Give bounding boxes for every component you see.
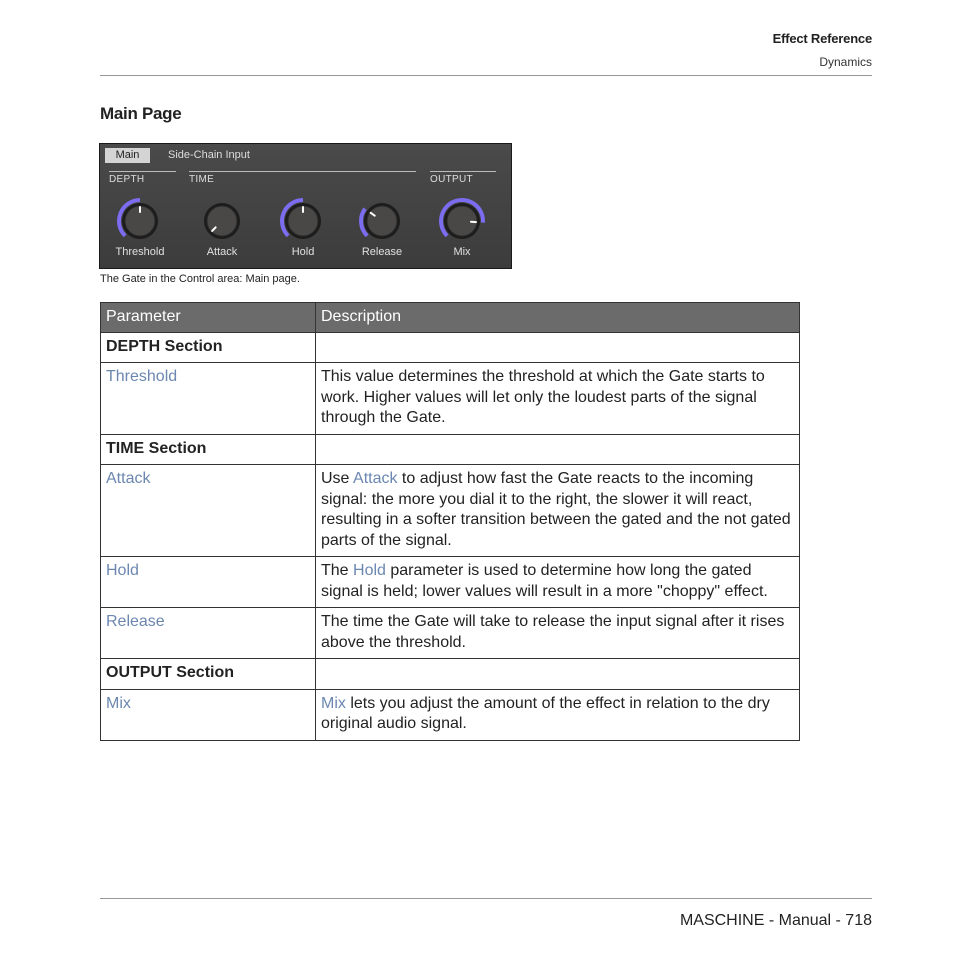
tab-main[interactable]: Main — [105, 148, 150, 163]
time-section-label: TIME — [189, 174, 215, 185]
header-description: Description — [315, 302, 800, 333]
section-row: TIME Section — [100, 433, 800, 465]
header-divider — [100, 75, 872, 76]
parameter-link[interactable]: Hold — [353, 562, 386, 579]
header-parameter: Parameter — [100, 302, 316, 333]
parameter-link[interactable]: Attack — [106, 470, 150, 487]
parameter-link[interactable]: Mix — [106, 695, 131, 712]
section-label: DEPTH Section — [106, 337, 223, 355]
description-text: The — [321, 562, 354, 579]
section-name: DEPTH Section — [100, 331, 316, 363]
section-name: OUTPUT Section — [100, 658, 316, 690]
description-text: The time the Gate will take to release t… — [321, 613, 785, 651]
page-title: Main Page — [100, 104, 182, 123]
table-header-row: Parameter Description — [100, 302, 800, 333]
tab-side-chain-input[interactable]: Side-Chain Input — [168, 148, 250, 163]
description-cell — [315, 433, 800, 465]
knob-release[interactable] — [357, 196, 407, 246]
section-name: TIME Section — [100, 433, 316, 465]
table-row: Mix Mix lets you adjust the amount of the… — [100, 688, 800, 741]
knob-attack[interactable] — [197, 196, 247, 246]
figure-caption: The Gate in the Control area: Main page. — [100, 273, 300, 285]
knob-label: Hold — [291, 246, 315, 258]
section-label: OUTPUT Section — [106, 664, 235, 681]
description-text: lets you adjust the amount of the effect… — [321, 694, 770, 733]
parameter-link[interactable]: Mix — [321, 695, 346, 712]
parameter-table: Parameter Description DEPTH Section Thres… — [100, 302, 800, 741]
table-row: Threshold This value determines the thres… — [100, 362, 800, 435]
output-section-line — [430, 171, 496, 172]
table-row: Hold The Hold parameter is used to determ… — [100, 556, 800, 608]
description-cell — [315, 331, 800, 363]
parameter-name[interactable]: Hold — [100, 556, 316, 608]
description-text: Use — [321, 470, 354, 487]
parameter-link[interactable]: Hold — [106, 562, 139, 579]
knob-hold[interactable] — [278, 196, 328, 246]
parameter-name[interactable]: Attack — [100, 464, 316, 557]
knob-mix[interactable] — [437, 196, 487, 246]
description-cell — [315, 658, 800, 690]
knob-label: Release — [361, 246, 403, 258]
knob-label: Attack — [206, 246, 238, 258]
output-section-label: OUTPUT — [430, 174, 473, 185]
parameter-name[interactable]: Release — [100, 607, 316, 659]
knob-threshold[interactable] — [115, 196, 165, 246]
gate-control-panel: Main Side-Chain Input DEPTH TIME OUTPUT … — [99, 143, 512, 269]
table-row: Attack Use Attack to adjust how fast the … — [100, 464, 800, 557]
footer-divider — [100, 898, 872, 899]
description-cell: Mix lets you adjust the amount of the ef… — [315, 688, 800, 741]
section-row: DEPTH Section — [100, 331, 800, 363]
knob-label: Threshold — [115, 246, 165, 258]
parameter-link[interactable]: Attack — [353, 470, 397, 487]
knob-label: Mix — [453, 246, 471, 258]
depth-section-line — [109, 171, 176, 172]
depth-section-label: DEPTH — [109, 174, 145, 185]
parameter-link[interactable]: Release — [106, 613, 165, 630]
description-text: parameter is used to determine how long … — [321, 562, 768, 600]
parameter-name[interactable]: Threshold — [100, 362, 316, 435]
page-footer: MASCHINE - Manual - 718 — [679, 912, 872, 929]
description-cell: This value determines the threshold at w… — [315, 362, 800, 435]
header-subtitle: Dynamics — [819, 55, 872, 69]
parameter-name[interactable]: Mix — [100, 688, 316, 741]
table-row: Release The time the Gate will take to re… — [100, 607, 800, 659]
parameter-link[interactable]: Threshold — [106, 368, 177, 385]
header-title: Effect Reference — [772, 31, 873, 46]
section-row: OUTPUT Section — [100, 658, 800, 690]
section-label: TIME Section — [106, 439, 207, 457]
description-cell: The Hold parameter is used to determine … — [315, 556, 800, 608]
description-cell: Use Attack to adjust how fast the Gate r… — [315, 464, 800, 557]
description-text: This value determines the threshold at w… — [321, 368, 765, 426]
description-cell: The time the Gate will take to release t… — [315, 607, 800, 659]
time-section-line — [189, 171, 416, 172]
